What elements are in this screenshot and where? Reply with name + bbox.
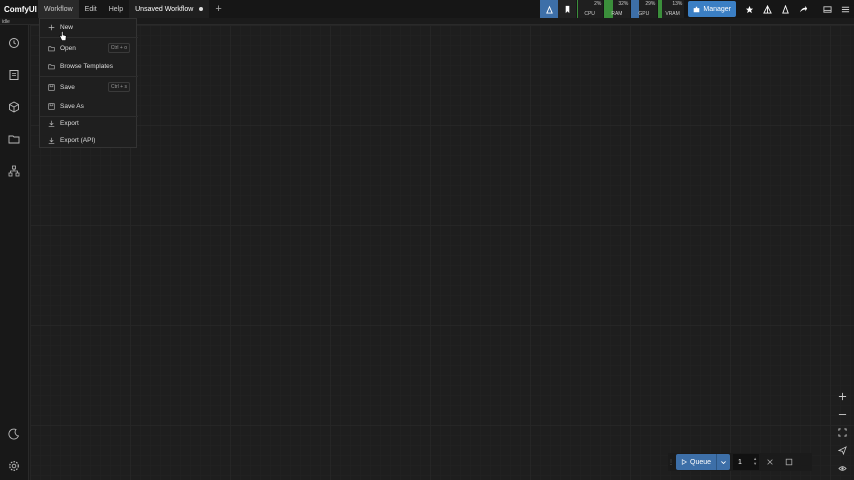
history-icon[interactable]: [5, 34, 23, 52]
settings-gear-icon[interactable]: [5, 457, 23, 475]
cpu-value: 2%: [594, 1, 602, 7]
workflow-menu: New Open Ctrl + o Browse Templates Save …: [39, 18, 138, 148]
hamburger-menu-icon[interactable]: [836, 0, 854, 18]
bookmark-icon[interactable]: [558, 0, 577, 18]
model-cube-icon[interactable]: [5, 98, 23, 116]
app-logo[interactable]: ComfyUI: [0, 5, 38, 14]
folder-icon: [47, 62, 56, 71]
star-icon[interactable]: [740, 0, 758, 18]
menu-item-new-label: New: [60, 23, 74, 31]
ram-label: RAM: [611, 11, 623, 17]
menu-item-export-label: Export: [60, 119, 79, 127]
menu-divider: [40, 37, 138, 38]
menu-item-browse-templates[interactable]: Browse Templates: [40, 58, 138, 74]
folder-open-icon[interactable]: [5, 130, 23, 148]
puzzle-icon: [694, 6, 700, 12]
unsaved-dot-icon: [199, 7, 204, 11]
theme-moon-icon[interactable]: [5, 425, 23, 443]
sail-icon[interactable]: [758, 0, 776, 18]
folder-open-icon: [47, 44, 56, 53]
sail-alt-icon[interactable]: [776, 0, 794, 18]
zoom-out-icon[interactable]: [835, 407, 849, 421]
panel-toggle-icon[interactable]: [818, 0, 836, 18]
shortcut-open: Ctrl + o: [107, 43, 130, 53]
batch-count-input[interactable]: 1 ▲ ▼: [733, 454, 760, 470]
graph-canvas[interactable]: [30, 25, 854, 480]
menu-item-save-as[interactable]: Save As: [40, 98, 138, 114]
fit-view-icon[interactable]: [835, 425, 849, 439]
clean-icon[interactable]: [540, 0, 559, 18]
menu-workflow[interactable]: Workflow: [38, 0, 79, 18]
menu-item-browse-label: Browse Templates: [60, 62, 113, 70]
menu-help[interactable]: Help: [103, 0, 129, 18]
stepper-arrows-icon[interactable]: ▲ ▼: [753, 456, 757, 466]
cancel-x-icon[interactable]: [762, 454, 778, 470]
menu-item-export-api-label: Export (API): [60, 136, 96, 144]
download-icon: [47, 119, 56, 128]
queue-dropdown-chevron-icon[interactable]: [716, 454, 731, 470]
gpu-value: 29%: [645, 1, 656, 7]
menu-item-export[interactable]: Export: [40, 115, 138, 131]
stop-square-icon[interactable]: [781, 454, 797, 470]
sidebar: [0, 25, 29, 480]
menu-item-save-as-label: Save As: [60, 102, 84, 110]
save-as-icon: [47, 102, 56, 111]
vram-meter: 13% VRAM: [658, 0, 685, 18]
toolbar-right: 2% CPU 32% RAM 29% GPU 13% VRAM Manager: [540, 0, 854, 18]
menu-item-open[interactable]: Open Ctrl + o: [40, 40, 138, 56]
vram-value: 13%: [672, 1, 683, 7]
gpu-label: GPU: [638, 11, 650, 17]
workflow-tab-title: Unsaved Workflow: [135, 5, 194, 13]
vram-label: VRAM: [665, 11, 680, 17]
menu-item-new[interactable]: New: [40, 19, 138, 35]
save-icon: [47, 83, 56, 92]
batch-count-value: 1: [738, 458, 742, 466]
ram-meter: 32% RAM: [604, 0, 631, 18]
queue-list-icon[interactable]: [5, 66, 23, 84]
node-tree-icon[interactable]: [5, 162, 23, 180]
menu-item-open-label: Open: [60, 44, 76, 52]
share-icon[interactable]: [794, 0, 812, 18]
send-arrow-icon[interactable]: [835, 443, 849, 457]
menu-edit[interactable]: Edit: [79, 0, 103, 18]
menu-item-save[interactable]: Save Ctrl + s: [40, 79, 138, 95]
menu-divider: [40, 76, 138, 77]
cpu-label: CPU: [584, 11, 595, 17]
manager-label: Manager: [703, 5, 731, 13]
manager-button[interactable]: Manager: [688, 1, 736, 17]
menu-item-export-api[interactable]: Export (API): [40, 132, 138, 148]
ram-value: 32%: [618, 1, 629, 7]
drag-handle-icon[interactable]: ⋮⋮: [668, 459, 680, 466]
download-icon: [47, 136, 56, 145]
cpu-meter: 2% CPU: [577, 0, 604, 18]
workflow-tab[interactable]: Unsaved Workflow: [129, 0, 210, 18]
add-tab-button[interactable]: +: [209, 3, 227, 15]
queue-label: Queue: [690, 458, 712, 466]
menu-item-save-label: Save: [60, 83, 75, 91]
zoom-in-icon[interactable]: [835, 389, 849, 403]
shortcut-save: Ctrl + s: [108, 82, 130, 92]
queue-button[interactable]: Queue: [676, 454, 717, 470]
queue-bar: ⋮⋮ Queue 1 ▲ ▼: [668, 453, 812, 471]
play-icon: [681, 459, 687, 465]
gpu-meter: 29% GPU: [631, 0, 658, 18]
plus-icon: [47, 23, 56, 32]
toggle-visibility-eye-icon[interactable]: [835, 461, 849, 475]
hand-cursor-icon: [59, 31, 67, 41]
